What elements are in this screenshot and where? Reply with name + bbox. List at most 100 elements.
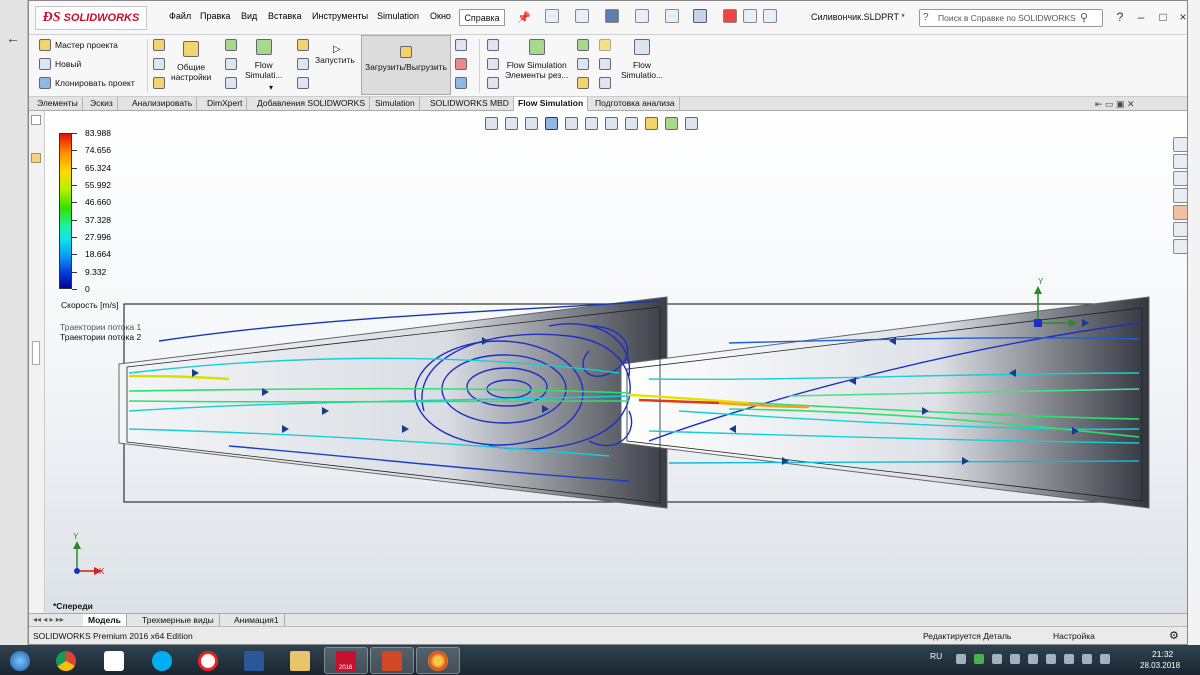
clock-time[interactable]: 21:32 — [1152, 649, 1173, 659]
taskbar-presentation[interactable] — [370, 647, 414, 674]
dropdown-arrow-icon[interactable]: ▾ — [269, 83, 273, 92]
tab-solidworks-mbd[interactable]: SOLIDWORKS MBD — [426, 97, 514, 111]
open-icon[interactable] — [575, 9, 589, 23]
clock-date[interactable]: 28.03.2018 — [1140, 661, 1180, 670]
menu-insert[interactable]: Вставка — [268, 11, 301, 21]
appearances-icon[interactable] — [1173, 205, 1187, 220]
bulb-icon[interactable] — [599, 39, 611, 51]
forum-icon[interactable] — [1173, 239, 1187, 254]
flow-simulation-button-2[interactable]: Flow Simulatio... — [621, 39, 663, 80]
results-icon-2[interactable] — [487, 58, 499, 70]
settings-status[interactable]: Настройка — [1053, 631, 1095, 641]
menu-help[interactable]: Справка — [459, 9, 505, 26]
tab-flow-simulation[interactable]: Flow Simulation — [514, 97, 589, 111]
gear-icon[interactable] — [599, 77, 611, 89]
menu-file[interactable]: Файл — [169, 11, 191, 21]
plot-icon-2[interactable] — [577, 58, 589, 70]
mesh-icon[interactable] — [225, 58, 237, 70]
menu-tools[interactable]: Инструменты — [312, 11, 368, 21]
custom-properties-icon[interactable] — [1173, 222, 1187, 237]
pin-icon[interactable]: 📌 — [517, 11, 531, 24]
menu-view[interactable]: Вид — [241, 11, 257, 21]
language-indicator[interactable]: RU — [930, 651, 942, 661]
menu-edit[interactable]: Правка — [200, 11, 230, 21]
settings-small-icon-1[interactable] — [153, 39, 165, 51]
run-button[interactable]: ▷ Запустить — [315, 45, 355, 66]
graphics-area[interactable]: Скорость [m/s] Траектории потока 1 Траек… — [29, 111, 1187, 613]
solidworks-logo[interactable]: ƉS SOLIDWORKS — [35, 6, 147, 30]
close-button[interactable]: × — [1175, 9, 1187, 25]
tray-download-icon[interactable] — [974, 654, 984, 664]
rebuild-icon[interactable] — [723, 9, 737, 23]
new-document-icon[interactable] — [545, 9, 559, 23]
taskbar-yandex-browser[interactable] — [186, 647, 230, 674]
undo-icon[interactable] — [665, 9, 679, 23]
taskbar-chrome[interactable] — [44, 647, 88, 674]
maximize-button[interactable]: □ — [1155, 9, 1171, 25]
menu-simulation[interactable]: Simulation — [377, 11, 419, 21]
home-icon[interactable] — [1173, 137, 1187, 152]
flow-simulation-button-1[interactable]: Flow Simulati... — [245, 39, 282, 80]
search-icon[interactable]: ⚲ — [1080, 11, 1088, 24]
design-library-icon[interactable] — [1173, 154, 1187, 169]
goals-icon[interactable] — [225, 39, 237, 51]
taskbar-solidworks[interactable]: 2016 — [324, 647, 368, 674]
tab-analysis-preparation[interactable]: Подготовка анализа — [591, 97, 680, 111]
print-icon[interactable] — [635, 9, 649, 23]
select-icon[interactable] — [693, 9, 707, 23]
taskbar-yandex[interactable] — [92, 647, 136, 674]
wizard-button[interactable]: Мастер проекта — [39, 39, 118, 51]
tray-icon-4[interactable] — [1010, 654, 1020, 664]
panel-icons[interactable]: ⇤ ▭ ▣ ✕ — [1095, 99, 1135, 110]
flag-icon[interactable] — [225, 77, 237, 89]
tool-icon-1[interactable] — [455, 39, 467, 51]
cube-icon[interactable] — [599, 58, 611, 70]
tab-evaluate[interactable]: Анализировать — [128, 97, 198, 111]
file-properties-icon[interactable] — [743, 9, 757, 23]
back-arrow-icon[interactable]: ← — [6, 30, 20, 46]
clone-project-button[interactable]: Клонировать проект — [39, 77, 135, 89]
tray-volume-icon[interactable] — [1082, 654, 1092, 664]
help-button[interactable]: ? — [1112, 9, 1128, 25]
save-icon[interactable] — [605, 9, 619, 23]
options-gear-icon[interactable] — [763, 9, 777, 23]
tool-icon-2[interactable] — [455, 58, 467, 70]
tab-sketch[interactable]: Эскиз — [86, 97, 118, 111]
results-icon-3[interactable] — [487, 77, 499, 89]
file-explorer-icon[interactable] — [1173, 171, 1187, 186]
calc-icon-1[interactable] — [297, 39, 309, 51]
tool-icon-3[interactable] — [455, 77, 467, 89]
tray-network-icon[interactable] — [1064, 654, 1074, 664]
taskbar-target-app[interactable] — [416, 647, 460, 674]
plot-icon-3[interactable] — [577, 77, 589, 89]
tray-icon-3[interactable] — [992, 654, 1002, 664]
tab-features[interactable]: Элементы — [33, 97, 83, 111]
load-unload-button[interactable]: Загрузить/Выгрузить — [361, 35, 451, 95]
general-settings-button[interactable]: Общие настройки — [171, 41, 211, 82]
minimize-button[interactable]: – — [1133, 9, 1149, 25]
tray-flag-icon[interactable] — [1100, 654, 1110, 664]
menu-window[interactable]: Окно — [430, 11, 451, 21]
tray-icon-6[interactable] — [1046, 654, 1056, 664]
plot-icon-1[interactable] — [577, 39, 589, 51]
start-button[interactable] — [0, 647, 40, 674]
settings-small-icon-2[interactable] — [153, 58, 165, 70]
calc-icon-2[interactable] — [297, 58, 309, 70]
calc-icon-3[interactable] — [297, 77, 309, 89]
tab-simulation[interactable]: Simulation — [371, 97, 420, 111]
taskbar-explorer[interactable] — [278, 647, 322, 674]
new-project-button[interactable]: Новый — [39, 58, 81, 70]
tray-icon-5[interactable] — [1028, 654, 1038, 664]
settings-small-icon-3[interactable] — [153, 77, 165, 89]
taskbar-skype[interactable] — [140, 647, 184, 674]
taskbar-word[interactable] — [232, 647, 276, 674]
tray-icon-1[interactable] — [956, 654, 966, 664]
flow-simulation-results-button[interactable]: Flow Simulation Элементы рез... — [505, 39, 568, 80]
help-status-icon[interactable]: ⚙ — [1169, 629, 1179, 642]
flow-trajectory-model[interactable]: Y Y X — [29, 111, 1173, 613]
view-palette-icon[interactable] — [1173, 188, 1187, 203]
tab-dimxpert[interactable]: DimXpert — [203, 97, 248, 111]
results-icon-1[interactable] — [487, 39, 499, 51]
tab-solidworks-addins[interactable]: Добавления SOLIDWORKS — [253, 97, 371, 111]
tab-scroll-arrows-icon[interactable]: ◂◂ ◂ ▸ ▸▸ — [33, 615, 64, 624]
